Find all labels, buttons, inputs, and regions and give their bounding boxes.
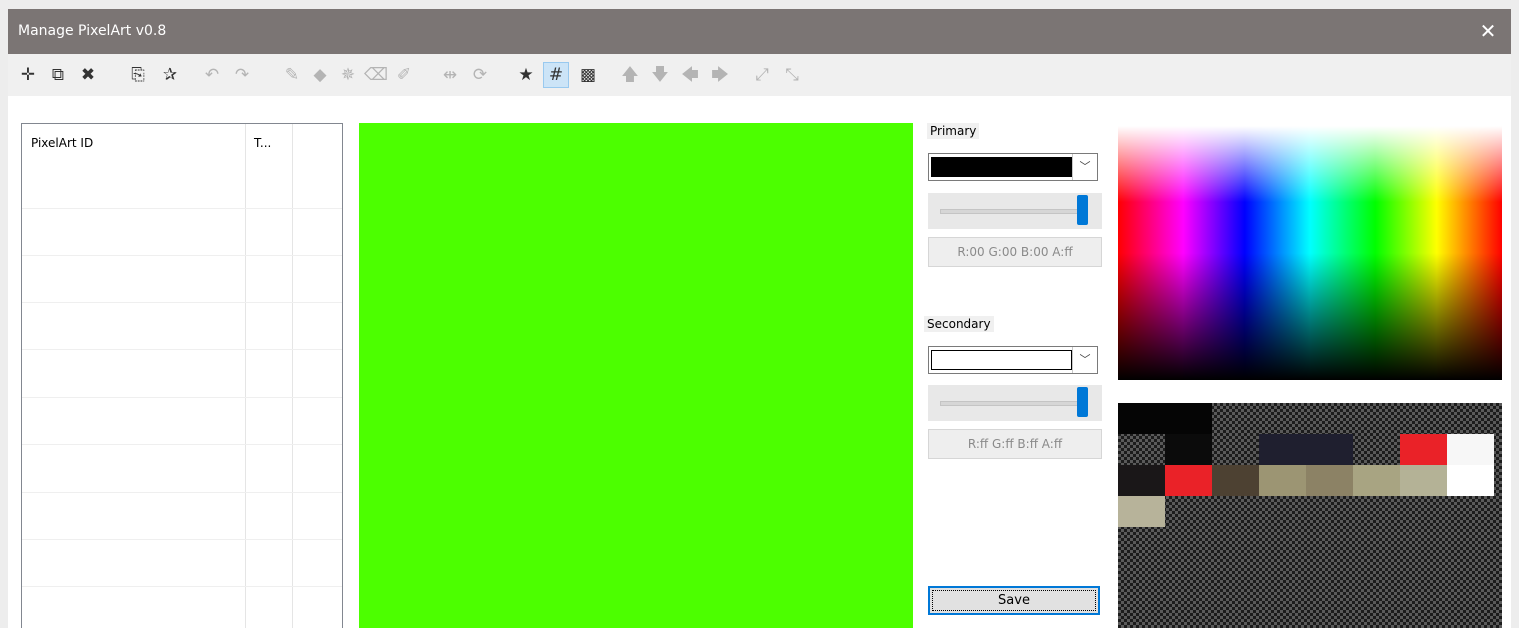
eyedropper-icon[interactable]: ✐ bbox=[392, 63, 416, 87]
shrink-icon[interactable]: ⤡ bbox=[780, 63, 804, 87]
row-gridline bbox=[22, 586, 342, 587]
palette-swatch[interactable] bbox=[1400, 465, 1447, 496]
spray-icon[interactable]: ✵ bbox=[336, 63, 360, 87]
primary-label: Primary bbox=[927, 123, 980, 139]
palette-swatch[interactable] bbox=[1306, 465, 1353, 496]
transparency-icon[interactable]: ▩ bbox=[576, 63, 600, 87]
palette-swatch[interactable] bbox=[1447, 434, 1494, 465]
copy-icon[interactable]: ⧉ bbox=[46, 63, 70, 87]
row-gridline bbox=[22, 255, 342, 256]
grid-icon[interactable]: # bbox=[543, 62, 569, 88]
eraser-icon[interactable]: ⌫ bbox=[364, 63, 388, 87]
slider-thumb[interactable] bbox=[1077, 195, 1088, 225]
primary-rgba-readout: R:00 G:00 B:00 A:ff bbox=[928, 237, 1102, 267]
row-gridline bbox=[22, 492, 342, 493]
delete-icon[interactable]: ✖ bbox=[76, 63, 100, 87]
arrow-up-icon[interactable]: 🡅 bbox=[618, 63, 642, 87]
row-gridline bbox=[22, 539, 342, 540]
column-header-pixelart-id[interactable]: PixelArt ID bbox=[31, 136, 93, 150]
save-button[interactable]: Save bbox=[928, 586, 1100, 615]
primary-color-swatch bbox=[931, 157, 1072, 177]
list-header: PixelArt ID T... bbox=[22, 124, 342, 164]
rotate-icon[interactable]: ⟳ bbox=[468, 63, 492, 87]
column-header-type[interactable]: T... bbox=[254, 136, 271, 150]
save-button-label: Save bbox=[998, 593, 1030, 608]
chevron-down-icon[interactable]: ﹀ bbox=[1072, 347, 1097, 373]
flip-icon[interactable]: ⇹ bbox=[438, 63, 462, 87]
arrow-left-icon[interactable]: 🡄 bbox=[678, 63, 702, 87]
color-spectrum-picker[interactable] bbox=[1118, 126, 1502, 380]
row-gridline bbox=[22, 444, 342, 445]
secondary-rgba-readout: R:ff G:ff B:ff A:ff bbox=[928, 429, 1102, 459]
pixel-canvas[interactable] bbox=[359, 123, 913, 628]
palette-swatch[interactable] bbox=[1353, 465, 1400, 496]
palette-swatch[interactable] bbox=[1400, 434, 1447, 465]
row-gridline bbox=[22, 208, 342, 209]
fill-icon[interactable]: ◆ bbox=[308, 63, 332, 87]
color-palette[interactable] bbox=[1118, 403, 1502, 628]
palette-swatch[interactable] bbox=[1165, 465, 1212, 496]
title-bar: Manage PixelArt v0.8 ✕ bbox=[8, 9, 1511, 54]
primary-alpha-slider[interactable] bbox=[928, 193, 1102, 229]
palette-swatch[interactable] bbox=[1165, 434, 1212, 465]
row-gridline bbox=[22, 302, 342, 303]
secondary-alpha-slider[interactable] bbox=[928, 385, 1102, 421]
add-icon[interactable]: ✛ bbox=[16, 63, 40, 87]
secondary-label: Secondary bbox=[924, 316, 994, 332]
chevron-down-icon[interactable]: ﹀ bbox=[1072, 154, 1097, 180]
undo-icon[interactable]: ↶ bbox=[200, 63, 224, 87]
pencil-icon[interactable]: ✎ bbox=[280, 63, 304, 87]
pixelart-list[interactable]: PixelArt ID T... bbox=[21, 123, 343, 628]
export-icon[interactable]: ⎘ bbox=[126, 63, 150, 87]
redo-icon[interactable]: ↷ bbox=[230, 63, 254, 87]
slider-track bbox=[940, 401, 1086, 406]
arrow-down-icon[interactable]: 🡇 bbox=[648, 63, 672, 87]
palette-swatch[interactable] bbox=[1165, 403, 1212, 434]
window-title: Manage PixelArt v0.8 bbox=[18, 23, 167, 39]
palette-swatch[interactable] bbox=[1118, 496, 1165, 527]
primary-color-dropdown[interactable]: ﹀ bbox=[928, 153, 1098, 181]
new-star-icon[interactable]: ✰ bbox=[158, 63, 182, 87]
palette-swatch[interactable] bbox=[1118, 403, 1165, 434]
toolbar: ✛ ⧉ ✖ ⎘ ✰ ↶ ↷ ✎ ◆ ✵ ⌫ ✐ ⇹ ⟳ ★ # ▩ 🡅 🡇 🡄 🡆 ⤢ ⤡ bbox=[8, 54, 1511, 96]
column-divider bbox=[292, 124, 293, 628]
column-divider bbox=[245, 124, 246, 628]
palette-swatch[interactable] bbox=[1118, 465, 1165, 496]
palette-swatch[interactable] bbox=[1306, 434, 1353, 465]
pixelart-window: Manage PixelArt v0.8 ✕ ✛ ⧉ ✖ ⎘ ✰ ↶ ↷ ✎ ◆ ✵ ⌫ ✐ ⇹ ⟳ ★ # ▩… bbox=[8, 9, 1511, 628]
palette-swatch[interactable] bbox=[1259, 434, 1306, 465]
slider-track bbox=[940, 209, 1086, 214]
row-gridline bbox=[22, 397, 342, 398]
arrow-right-icon[interactable]: 🡆 bbox=[708, 63, 732, 87]
expand-icon[interactable]: ⤢ bbox=[750, 63, 774, 87]
palette-swatch[interactable] bbox=[1212, 465, 1259, 496]
secondary-color-dropdown[interactable]: ﹀ bbox=[928, 346, 1098, 374]
secondary-color-swatch bbox=[931, 350, 1072, 370]
spectrum-shade-layer bbox=[1118, 126, 1502, 380]
close-icon[interactable]: ✕ bbox=[1465, 9, 1511, 54]
palette-swatch[interactable] bbox=[1447, 465, 1494, 496]
star-icon[interactable]: ★ bbox=[514, 63, 538, 87]
row-gridline bbox=[22, 349, 342, 350]
palette-swatch[interactable] bbox=[1259, 465, 1306, 496]
slider-thumb[interactable] bbox=[1077, 387, 1088, 417]
